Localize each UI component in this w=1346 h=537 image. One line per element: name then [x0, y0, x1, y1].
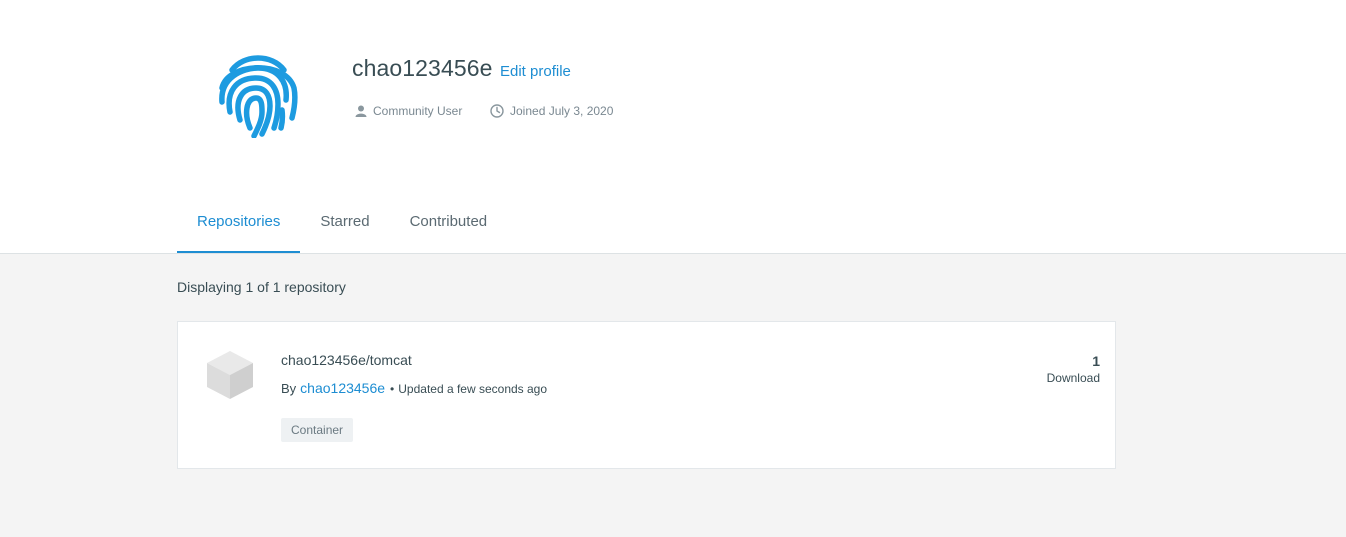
profile-header: chao123456e Edit profile Community User …: [0, 0, 1346, 254]
cube-icon: [207, 351, 253, 399]
joined-date: Joined July 3, 2020: [490, 104, 613, 118]
tab-starred[interactable]: Starred: [300, 200, 389, 251]
by-label: By: [281, 381, 297, 396]
repository-name[interactable]: chao123456e/tomcat: [281, 352, 412, 368]
clock-icon: [490, 104, 504, 118]
fingerprint-icon: [219, 55, 298, 138]
download-count: 1: [1092, 353, 1100, 369]
repository-owner-link[interactable]: chao123456e: [300, 380, 385, 396]
repository-count: Displaying 1 of 1 repository: [177, 279, 346, 295]
user-role-label: Community User: [373, 104, 463, 118]
repository-updated: Updated a few seconds ago: [398, 382, 548, 396]
edit-profile-link[interactable]: Edit profile: [500, 63, 571, 80]
separator-bullet: •: [390, 382, 395, 396]
repository-card[interactable]: chao123456e/tomcat By chao123456e • Upda…: [177, 321, 1116, 469]
tab-repositories[interactable]: Repositories: [177, 200, 301, 253]
username: chao123456e: [352, 55, 493, 81]
tab-contributed[interactable]: Contributed: [390, 200, 508, 251]
profile-tabs: Repositories Starred Contributed: [177, 200, 507, 253]
user-role: Community User: [355, 104, 462, 118]
repository-type-badge: Container: [281, 418, 354, 442]
download-label: Download: [1046, 371, 1100, 385]
joined-date-label: Joined July 3, 2020: [510, 104, 614, 118]
user-icon: [355, 105, 367, 117]
repository-meta: By chao123456e • Updated a few seconds a…: [281, 380, 547, 396]
